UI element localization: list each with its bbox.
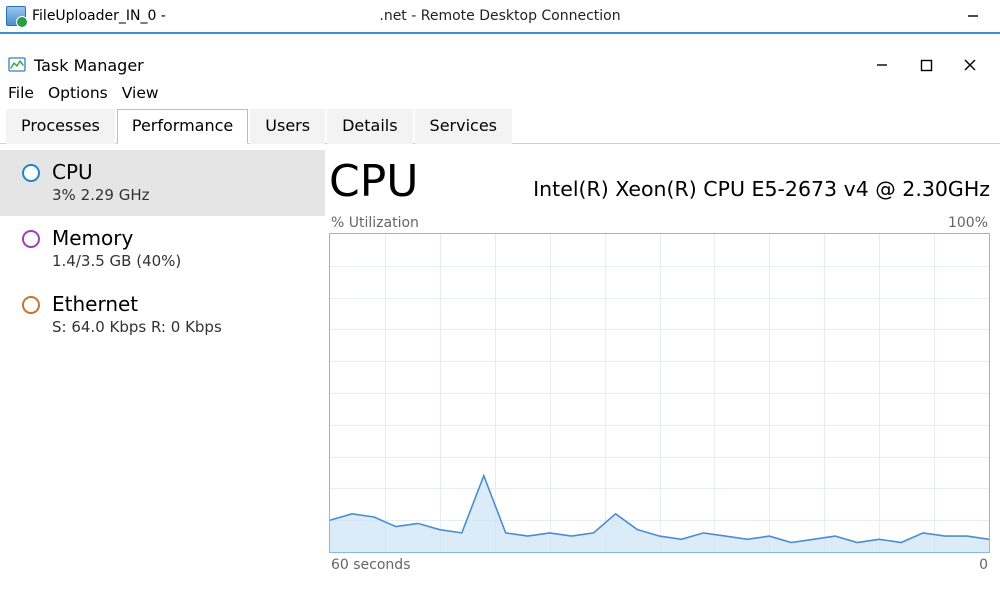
chart-xleft: 60 seconds: [331, 557, 411, 573]
sidebar-memory-title: Memory: [52, 226, 181, 250]
sidebar-item-cpu[interactable]: CPU 3% 2.29 GHz: [0, 150, 325, 216]
tm-close-button[interactable]: [948, 51, 992, 79]
cpu-subtitle: Intel(R) Xeon(R) CPU E5-2673 v4 @ 2.30GH…: [533, 177, 990, 201]
sidebar-cpu-title: CPU: [52, 160, 150, 184]
rdc-minimize-button[interactable]: [952, 2, 994, 30]
ethernet-circle-icon: [22, 296, 40, 314]
menu-file[interactable]: File: [8, 84, 34, 102]
menu-bar: File Options View: [0, 82, 1000, 108]
perf-main-pane: CPU Intel(R) Xeon(R) CPU E5-2673 v4 @ 2.…: [325, 144, 1000, 605]
chart-ymax: 100%: [948, 215, 988, 231]
menu-view[interactable]: View: [122, 84, 159, 102]
perf-sidebar: CPU 3% 2.29 GHz Memory 1.4/3.5 GB (40%) …: [0, 144, 325, 605]
tm-maximize-button[interactable]: [904, 51, 948, 79]
sidebar-item-ethernet[interactable]: Ethernet S: 64.0 Kbps R: 0 Kbps: [0, 282, 325, 348]
tm-title-bar: Task Manager: [0, 48, 1000, 82]
tab-details[interactable]: Details: [327, 109, 412, 144]
rdc-title-bar: FileUploader_IN_0 - .net - Remote Deskto…: [0, 0, 1000, 32]
tm-title-text: Task Manager: [34, 56, 144, 75]
tm-minimize-button[interactable]: [860, 51, 904, 79]
sidebar-memory-sub: 1.4/3.5 GB (40%): [52, 252, 181, 270]
tab-users[interactable]: Users: [250, 109, 325, 144]
cpu-chart: [329, 233, 990, 553]
sidebar-item-memory[interactable]: Memory 1.4/3.5 GB (40%): [0, 216, 325, 282]
rdc-icon: [6, 6, 26, 26]
sidebar-ethernet-sub: S: 64.0 Kbps R: 0 Kbps: [52, 318, 222, 336]
rdc-title-center: .net - Remote Desktop Connection: [379, 8, 620, 24]
sidebar-ethernet-title: Ethernet: [52, 292, 222, 316]
tab-bar: Processes Performance Users Details Serv…: [0, 108, 1000, 144]
sidebar-cpu-sub: 3% 2.29 GHz: [52, 186, 150, 204]
rdc-title-left: FileUploader_IN_0 -: [32, 8, 166, 24]
tab-processes[interactable]: Processes: [6, 109, 115, 144]
tab-services[interactable]: Services: [415, 109, 512, 144]
cpu-heading: CPU: [329, 156, 418, 207]
task-manager-icon: [8, 56, 26, 74]
memory-circle-icon: [22, 230, 40, 248]
cpu-circle-icon: [22, 164, 40, 182]
chart-xright: 0: [979, 557, 988, 573]
menu-options[interactable]: Options: [48, 84, 108, 102]
tab-performance[interactable]: Performance: [117, 109, 248, 144]
chart-ylabel: % Utilization: [331, 215, 419, 231]
